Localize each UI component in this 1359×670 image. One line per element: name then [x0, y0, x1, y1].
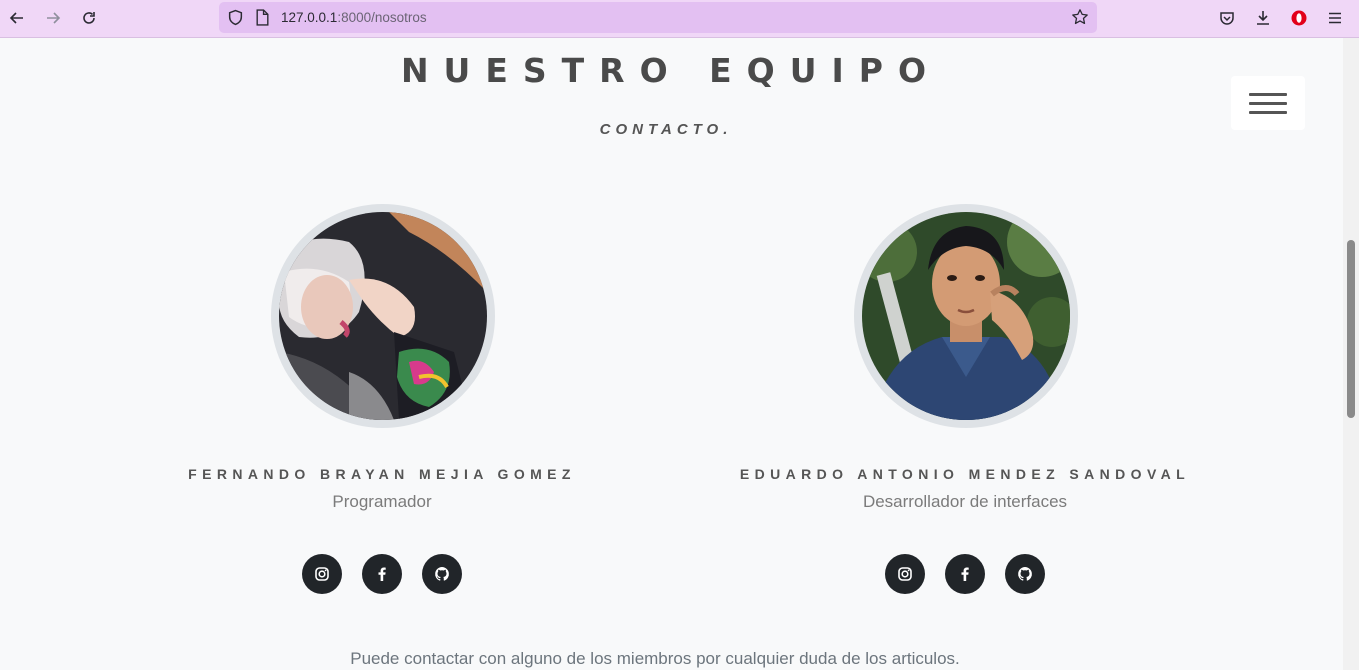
github-icon — [435, 567, 449, 581]
url-host: 127.0.0.1 — [281, 10, 338, 25]
section-title: NUESTRO EQUIPO — [400, 51, 942, 90]
browser-toolbar: 127.0.0.1:8000/nosotros — [0, 0, 1359, 38]
nav-toggle-button[interactable] — [1231, 76, 1305, 130]
back-icon — [9, 12, 23, 24]
pocket-button[interactable] — [1213, 5, 1241, 31]
url-bar[interactable]: 127.0.0.1:8000/nosotros — [219, 2, 1097, 33]
back-button[interactable] — [3, 5, 31, 31]
member-name: EDUARDO ANTONIO MENDEZ SANDOVAL — [739, 466, 1191, 482]
bookmark-star-icon[interactable] — [1071, 8, 1089, 26]
member-photo-image — [862, 212, 1070, 420]
page-content: NUESTRO EQUIPO CONTACTO. FERNANDO BRAYAN… — [0, 38, 1343, 670]
github-link[interactable] — [422, 554, 462, 594]
instagram-icon — [315, 567, 329, 581]
url-path: :8000/nosotros — [337, 10, 427, 25]
github-icon — [1018, 567, 1032, 581]
instagram-link[interactable] — [885, 554, 925, 594]
nav-toggle-bar — [1249, 101, 1287, 105]
page-scrollbar[interactable] — [1343, 38, 1359, 670]
member-photo-image — [279, 212, 487, 420]
facebook-link[interactable] — [945, 554, 985, 594]
page-icon[interactable] — [255, 9, 270, 26]
facebook-icon — [961, 567, 969, 581]
downloads-button[interactable] — [1249, 5, 1277, 31]
instagram-link[interactable] — [302, 554, 342, 594]
member-role: Programador — [332, 492, 432, 511]
forward-icon — [47, 12, 61, 24]
member-name: FERNANDO BRAYAN MEJIA GOMEZ — [188, 466, 576, 482]
instagram-icon — [898, 567, 912, 581]
scrollbar-thumb[interactable] — [1347, 240, 1355, 418]
reload-icon — [83, 12, 95, 24]
facebook-link[interactable] — [362, 554, 402, 594]
contact-note: Puede contactar con alguno de los miembr… — [350, 649, 960, 668]
github-link[interactable] — [1005, 554, 1045, 594]
shield-icon[interactable] — [227, 9, 244, 26]
opera-icon — [1291, 10, 1307, 26]
reload-button[interactable] — [75, 5, 103, 31]
nav-toggle-bar — [1249, 92, 1287, 96]
app-menu-button[interactable] — [1321, 5, 1349, 31]
section-subtitle: CONTACTO. — [599, 121, 733, 138]
member-photo — [854, 204, 1078, 428]
opera-extension-button[interactable] — [1285, 5, 1313, 31]
member-photo — [271, 204, 495, 428]
social-links — [122, 554, 642, 594]
pocket-icon — [1220, 12, 1234, 25]
download-icon — [1257, 11, 1269, 25]
social-links — [705, 554, 1225, 594]
forward-button[interactable] — [39, 5, 67, 31]
facebook-icon — [378, 567, 386, 581]
member-role: Desarrollador de interfaces — [862, 492, 1068, 511]
url-text[interactable]: 127.0.0.1:8000/nosotros — [281, 10, 427, 25]
nav-toggle-bar — [1249, 110, 1287, 114]
hamburger-menu-icon — [1329, 12, 1341, 24]
